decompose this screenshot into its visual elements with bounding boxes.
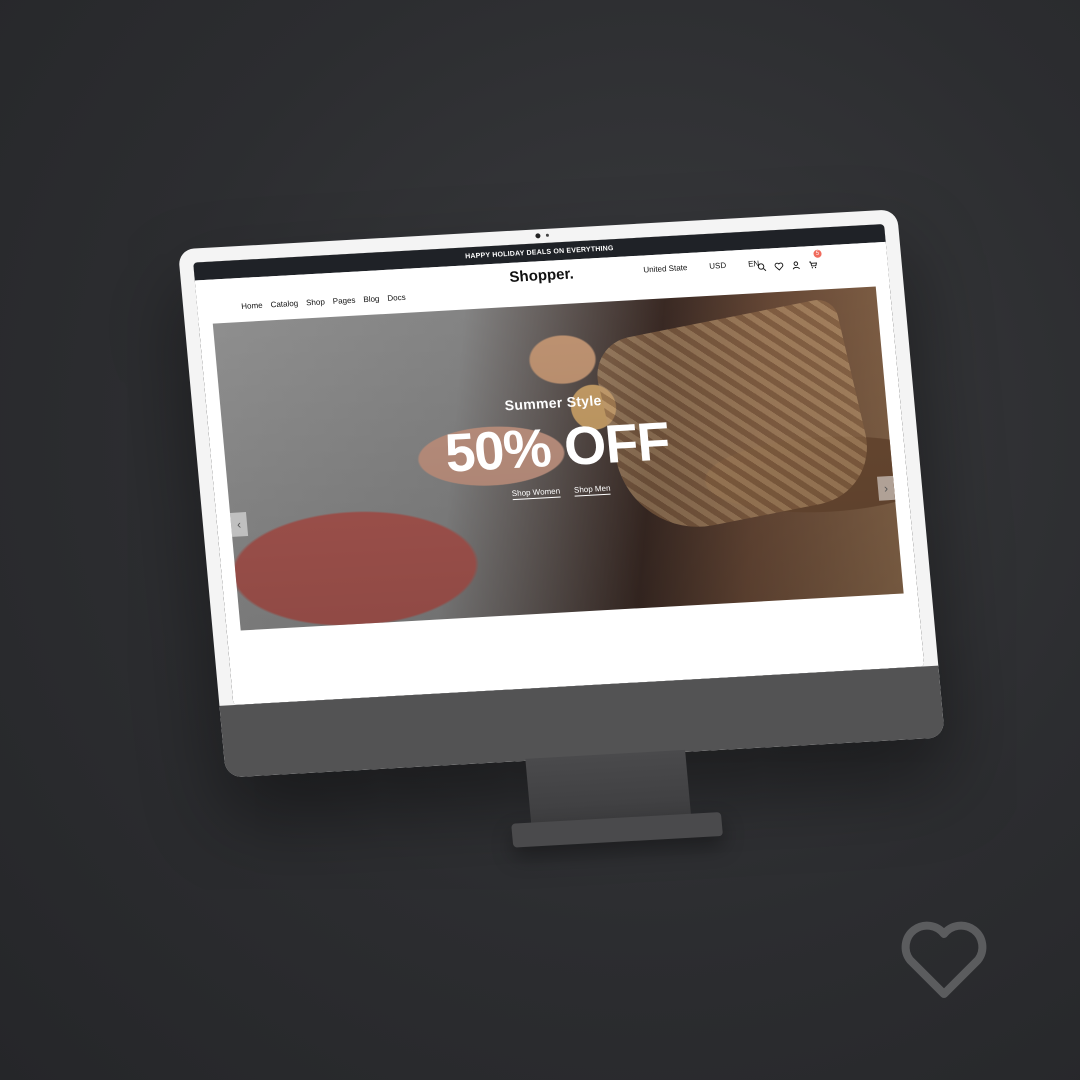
menu-blog[interactable]: Blog <box>363 294 380 304</box>
chevron-right-icon: › <box>883 481 889 496</box>
site-logo[interactable]: Shopper. <box>509 265 575 286</box>
camera-icon <box>535 233 541 239</box>
main-menu: Home Catalog Shop Pages Blog Docs <box>241 293 406 311</box>
shop-women-link[interactable]: Shop Women <box>511 486 561 501</box>
monitor-mockup: HAPPY HOLIDAY DEALS ON EVERYTHING Home C… <box>177 209 962 858</box>
website: HAPPY HOLIDAY DEALS ON EVERYTHING Home C… <box>193 223 925 706</box>
menu-home[interactable]: Home <box>241 301 263 311</box>
currency-select[interactable]: USD <box>709 261 727 271</box>
hero-headline: 50% OFF <box>442 411 672 484</box>
hero-content: Summer Style 50% OFF Shop Women Shop Men <box>441 389 674 504</box>
monitor-frame: HAPPY HOLIDAY DEALS ON EVERYTHING Home C… <box>177 209 945 778</box>
heart-watermark-icon <box>898 920 990 1002</box>
header-icons: 5 <box>757 249 822 272</box>
stage: HAPPY HOLIDAY DEALS ON EVERYTHING Home C… <box>0 0 1080 1080</box>
cart-count-badge: 5 <box>813 249 822 258</box>
shop-men-link[interactable]: Shop Men <box>573 483 612 497</box>
cart-icon[interactable]: 5 <box>808 249 822 269</box>
menu-catalog[interactable]: Catalog <box>270 299 298 310</box>
search-icon[interactable] <box>757 259 767 272</box>
country-select[interactable]: United State <box>643 263 688 274</box>
locale-controls: United State USD EN <box>643 259 760 274</box>
sensor-dot <box>545 233 550 237</box>
slider-prev-button[interactable]: ‹ <box>229 512 249 537</box>
slider-next-button[interactable]: › <box>876 475 896 501</box>
monitor-screen: HAPPY HOLIDAY DEALS ON EVERYTHING Home C… <box>193 223 925 706</box>
hero-banner: ‹ › Summer Style 50% OFF Shop Women Shop… <box>212 286 904 631</box>
hero-links: Shop Women Shop Men <box>449 480 674 503</box>
heart-icon[interactable] <box>774 258 784 271</box>
user-icon[interactable] <box>791 257 801 270</box>
menu-docs[interactable]: Docs <box>387 293 406 303</box>
chevron-left-icon: ‹ <box>236 517 242 532</box>
menu-shop[interactable]: Shop <box>306 297 325 307</box>
menu-pages[interactable]: Pages <box>332 296 355 306</box>
